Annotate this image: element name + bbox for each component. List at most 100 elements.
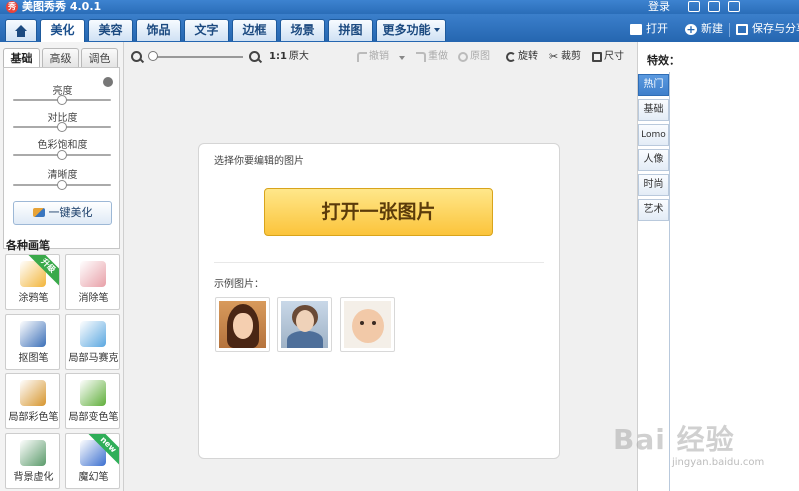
- paint-bucket-icon: [80, 380, 106, 406]
- mosaic-brush-label: 局部马赛克: [68, 353, 119, 364]
- fx-tab-fashion[interactable]: 时尚: [638, 174, 669, 196]
- background-blur-label: 背景虚化: [13, 472, 54, 483]
- saturation-thumb[interactable]: [57, 150, 67, 160]
- fx-tab-popular[interactable]: 热门: [638, 74, 669, 96]
- title-bar: 秀 美图秀秀 4.0.1 登录: [0, 0, 799, 14]
- one-key-beautify-label: 一键美化: [48, 206, 93, 219]
- canvas-toolbar: 1:1 原大 撤销 重做 原图 旋转 ✂ 裁剪 尺寸: [124, 42, 637, 72]
- minimize-icon[interactable]: [708, 1, 720, 12]
- cutout-brush-label: 抠图笔: [18, 353, 49, 364]
- magic-brush-label: 魔幻笔: [78, 472, 109, 483]
- undo-label: 撤销: [369, 51, 389, 62]
- app-logo-icon: 秀: [6, 1, 18, 13]
- actual-size-button[interactable]: 1:1 原大: [269, 50, 309, 64]
- subtab-color-tune[interactable]: 调色: [81, 48, 118, 68]
- fx-tab-portrait[interactable]: 人像: [638, 149, 669, 171]
- home-tab[interactable]: [5, 19, 37, 41]
- zoom-in-icon[interactable]: [249, 51, 260, 62]
- ratio-label: 1:1: [269, 51, 287, 62]
- chevron-down-icon: [433, 28, 440, 32]
- crop-button[interactable]: ✂ 裁剪: [549, 50, 581, 64]
- mosaic-icon: [80, 321, 106, 347]
- partial-recolor-brush-label: 局部变色笔: [68, 412, 119, 423]
- crop-label: 裁剪: [561, 51, 581, 62]
- resize-button[interactable]: 尺寸: [592, 50, 624, 64]
- view-original-button[interactable]: 原图: [458, 50, 490, 64]
- tab-scenes[interactable]: 场景: [280, 19, 325, 41]
- save-share-button[interactable]: 保存与分享: [736, 19, 799, 39]
- open-image-button[interactable]: 打开一张图片: [264, 188, 493, 236]
- undo-icon: [357, 52, 367, 62]
- size-label: 尺寸: [604, 51, 624, 62]
- fx-tab-basic[interactable]: 基础: [638, 99, 669, 121]
- contrast-thumb[interactable]: [57, 122, 67, 132]
- open-image-card: 选择你要编辑的图片 打开一张图片 示例图片：: [198, 143, 560, 459]
- effects-title: 特效：: [647, 54, 680, 67]
- new-button[interactable]: + 新建: [685, 19, 723, 39]
- brightness-thumb[interactable]: [57, 95, 67, 105]
- eraser-brush[interactable]: 消除笔: [65, 254, 120, 310]
- menu-window-icon[interactable]: [688, 1, 700, 12]
- partial-recolor-brush[interactable]: 局部变色笔: [65, 373, 120, 429]
- partial-color-brush-label: 局部彩色笔: [8, 412, 59, 423]
- baidu-watermark-url: jingyan.baidu.com: [672, 457, 765, 468]
- partial-color-brush[interactable]: 局部彩色笔: [5, 373, 60, 429]
- undo-dropdown-icon[interactable]: [399, 56, 405, 60]
- zoom-thumb[interactable]: [148, 51, 158, 61]
- tab-accessories[interactable]: 饰品: [136, 19, 181, 41]
- save-icon: [736, 23, 748, 35]
- open-button[interactable]: 打开: [630, 19, 668, 39]
- basic-adjust-box: 亮度 对比度 色彩饱和度 清晰度 一键美化: [3, 67, 120, 249]
- baidu-watermark: Bai 经验: [613, 423, 735, 456]
- magic-brush[interactable]: new 魔幻笔: [65, 433, 120, 489]
- contrast-slider[interactable]: [13, 122, 111, 132]
- zoom-slider[interactable]: [151, 56, 243, 58]
- rotate-button[interactable]: 旋转: [506, 50, 538, 64]
- left-adjust-panel: 基础 高级 调色 亮度 对比度 色彩饱和度 清晰度 一键美化 各种画笔 升级 涂…: [0, 42, 124, 491]
- scissors-icon: ✂: [549, 50, 559, 63]
- save-share-label: 保存与分享: [752, 22, 799, 35]
- saturation-slider[interactable]: [13, 150, 111, 160]
- one-key-beautify-button[interactable]: 一键美化: [13, 201, 112, 225]
- sample-image-3[interactable]: [340, 297, 395, 352]
- saturation-label: 色彩饱和度: [37, 140, 88, 151]
- fx-tab-art[interactable]: 艺术: [638, 199, 669, 221]
- doodle-brush[interactable]: 升级 涂鸦笔: [5, 254, 60, 310]
- resize-icon: [592, 52, 602, 62]
- tab-beauty[interactable]: 美容: [88, 19, 133, 41]
- subtab-basic[interactable]: 基础: [3, 48, 40, 69]
- brushes-heading: 各种画笔: [6, 239, 50, 252]
- tab-more-features[interactable]: 更多功能: [376, 19, 446, 41]
- sample-images-label: 示例图片：: [214, 279, 264, 290]
- sample-image-2[interactable]: [277, 297, 332, 352]
- rotate-label: 旋转: [518, 51, 538, 62]
- redo-button[interactable]: 重做: [416, 50, 448, 64]
- sample-photo-woman-denim: [281, 301, 328, 348]
- background-blur-brush[interactable]: 背景虚化: [5, 433, 60, 489]
- brightness-slider[interactable]: [13, 95, 111, 105]
- blur-icon: [20, 440, 46, 466]
- fx-tab-lomo[interactable]: Lomo: [638, 124, 669, 146]
- mosaic-brush[interactable]: 局部马赛克: [65, 314, 120, 370]
- sharpness-slider[interactable]: [13, 180, 111, 190]
- tab-beautify[interactable]: 美化: [40, 19, 85, 42]
- original-size-label: 原大: [288, 51, 309, 62]
- close-icon[interactable]: [728, 1, 740, 12]
- sharpness-thumb[interactable]: [57, 180, 67, 190]
- sample-image-1[interactable]: [215, 297, 270, 352]
- app-title: 美图秀秀 4.0.1: [22, 0, 102, 13]
- login-link[interactable]: 登录: [648, 0, 670, 14]
- cutout-pen-icon: [20, 321, 46, 347]
- eraser-icon: [80, 261, 106, 287]
- tab-collage[interactable]: 拼图: [328, 19, 373, 41]
- sharpness-label: 清晰度: [47, 170, 78, 181]
- new-label: 新建: [701, 22, 723, 35]
- cutout-brush[interactable]: 抠图笔: [5, 314, 60, 370]
- paintbrush-icon: [20, 380, 46, 406]
- undo-button[interactable]: 撤销: [357, 50, 389, 64]
- toolbar-divider: [729, 23, 730, 37]
- zoom-out-icon[interactable]: [131, 51, 142, 62]
- subtab-advanced[interactable]: 高级: [42, 48, 79, 68]
- tab-frames[interactable]: 边框: [232, 19, 277, 41]
- tab-text[interactable]: 文字: [184, 19, 229, 41]
